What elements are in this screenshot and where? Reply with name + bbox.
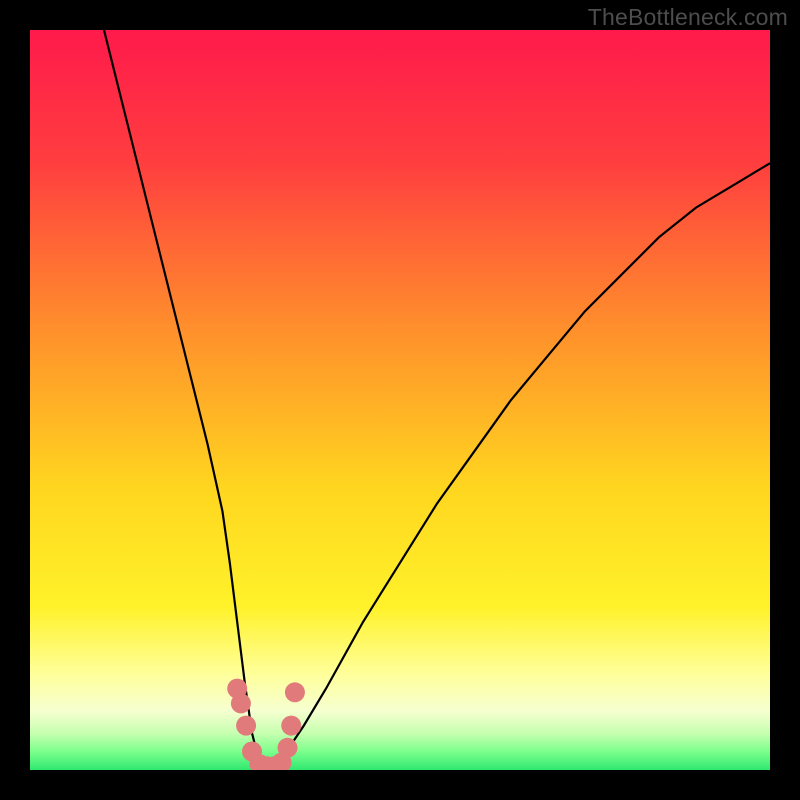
curve-marker bbox=[231, 693, 251, 713]
curve-path bbox=[104, 30, 770, 770]
curve-marker bbox=[278, 738, 298, 758]
curve-marker bbox=[236, 716, 256, 736]
curve-marker bbox=[281, 716, 301, 736]
chart-outer-frame: TheBottleneck.com bbox=[0, 0, 800, 800]
watermark-text: TheBottleneck.com bbox=[588, 4, 788, 31]
curve-marker bbox=[285, 682, 305, 702]
plot-area bbox=[30, 30, 770, 770]
bottleneck-curve bbox=[30, 30, 770, 770]
